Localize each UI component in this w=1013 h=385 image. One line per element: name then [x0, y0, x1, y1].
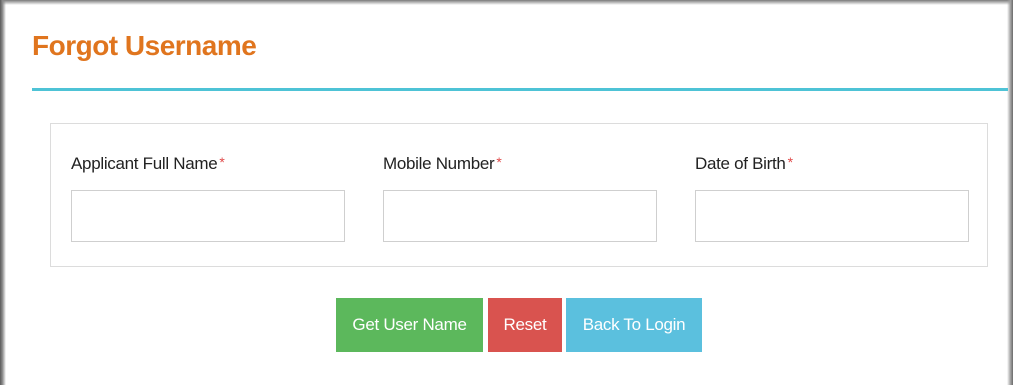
date-of-birth-label: Date of Birth *: [695, 154, 793, 173]
mobile-number-label-text: Mobile Number: [383, 154, 495, 173]
window-shadow-right: [1007, 0, 1013, 385]
required-marker: *: [496, 154, 502, 170]
field-date-of-birth: Date of Birth *: [695, 154, 969, 242]
field-applicant-full-name: Applicant Full Name *: [71, 154, 345, 242]
date-of-birth-input[interactable]: [695, 190, 969, 242]
applicant-full-name-label: Applicant Full Name *: [71, 154, 225, 173]
title-divider: [32, 88, 1008, 91]
window-shadow-top: [0, 0, 1013, 5]
field-mobile-number: Mobile Number *: [383, 154, 657, 242]
form-panel: Applicant Full Name * Mobile Number * Date…: [50, 123, 988, 267]
date-of-birth-label-text: Date of Birth: [695, 154, 786, 173]
applicant-full-name-label-text: Applicant Full Name: [71, 154, 218, 173]
get-user-name-button[interactable]: Get User Name: [336, 298, 483, 352]
window-shadow-left: [0, 0, 6, 385]
page-title: Forgot Username: [32, 30, 257, 61]
back-to-login-button[interactable]: Back To Login: [566, 298, 702, 352]
mobile-number-input[interactable]: [383, 190, 657, 242]
required-marker: *: [219, 154, 225, 170]
applicant-full-name-input[interactable]: [71, 190, 345, 242]
mobile-number-label: Mobile Number *: [383, 154, 502, 173]
forgot-username-page: Forgot Username Applicant Full Name * Mob…: [0, 0, 1013, 385]
required-marker: *: [787, 154, 793, 170]
reset-button[interactable]: Reset: [488, 298, 562, 352]
